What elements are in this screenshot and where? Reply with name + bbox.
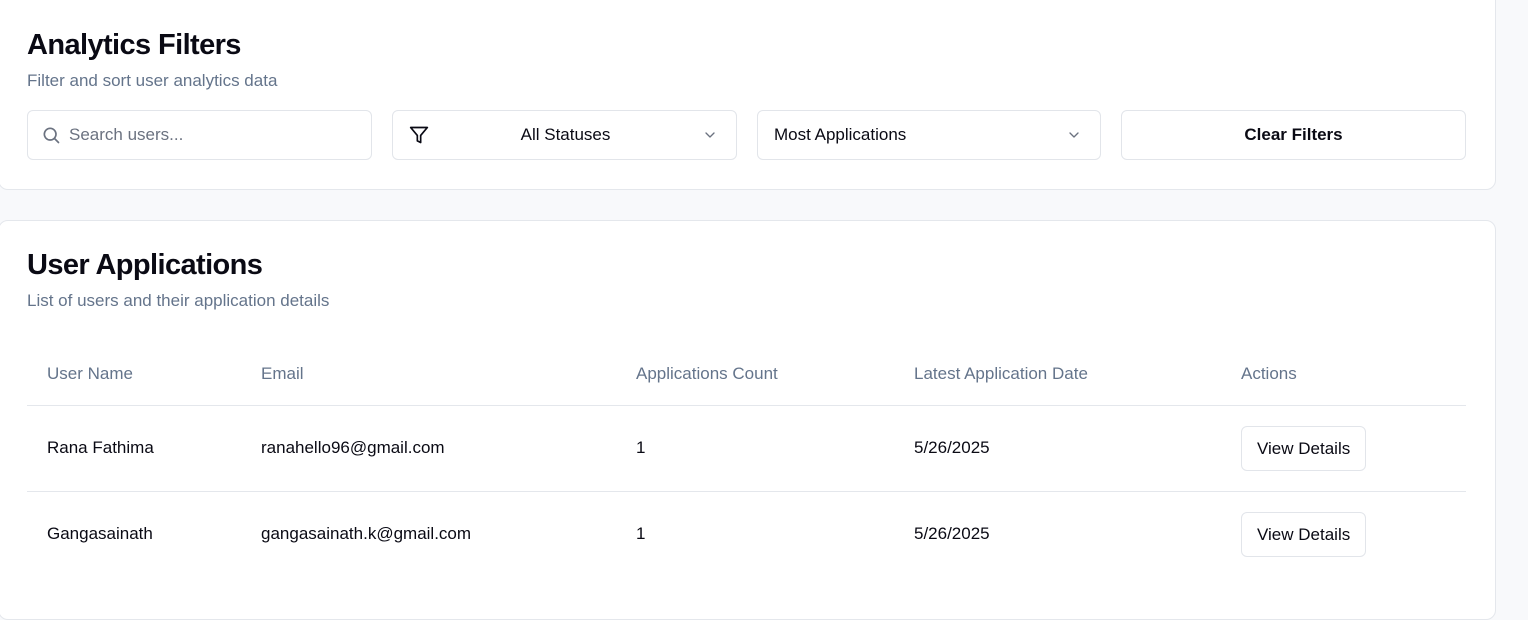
user-applications-card: User Applications List of users and thei… xyxy=(0,220,1496,620)
table-header-row: User Name Email Applications Count Lates… xyxy=(27,343,1466,406)
analytics-filters-card: Analytics Filters Filter and sort user a… xyxy=(0,0,1496,190)
actions-cell: View Details xyxy=(1221,491,1466,577)
filters-subtitle: Filter and sort user analytics data xyxy=(27,71,278,90)
column-header-email: Email xyxy=(241,343,616,406)
search-field[interactable] xyxy=(27,110,372,160)
view-details-button[interactable]: View Details xyxy=(1241,511,1367,557)
search-input[interactable] xyxy=(69,125,349,145)
view-details-button[interactable]: View Details xyxy=(1241,425,1367,471)
applications-title: User Applications xyxy=(27,249,263,281)
email-cell: gangasainath.k@gmail.com xyxy=(261,524,472,544)
applications-table: User Name Email Applications Count Lates… xyxy=(27,343,1466,577)
table-row: Gangasainath gangasainath.k@gmail.com 1 … xyxy=(27,491,1466,577)
search-icon xyxy=(41,125,61,145)
filters-title: Analytics Filters xyxy=(27,29,241,61)
applications-subtitle: List of users and their application deta… xyxy=(27,291,330,310)
chevron-down-icon xyxy=(702,127,718,143)
sort-select[interactable]: Most Applications xyxy=(757,110,1101,160)
column-header-actions: Actions xyxy=(1221,343,1466,406)
actions-cell: View Details xyxy=(1221,405,1466,492)
email-cell: ranahello96@gmail.com xyxy=(241,405,616,492)
user-name-cell: Rana Fathima xyxy=(27,405,241,492)
latest-date-cell: 5/26/2025 xyxy=(914,524,990,544)
clear-filters-button[interactable]: Clear Filters xyxy=(1121,110,1466,160)
column-header-user-name: User Name xyxy=(27,343,241,406)
table-row: Rana Fathima ranahello96@gmail.com 1 5/2… xyxy=(27,405,1466,492)
status-select[interactable]: All Statuses xyxy=(392,110,737,160)
column-header-applications-count: Applications Count xyxy=(616,343,894,406)
status-select-value: All Statuses xyxy=(520,125,611,144)
applications-count-cell: 1 xyxy=(636,524,646,544)
filter-icon xyxy=(409,125,429,145)
user-name-cell: Gangasainath xyxy=(47,524,153,544)
sort-select-value: Most Applications xyxy=(774,125,907,144)
column-header-latest-date: Latest Application Date xyxy=(894,343,1221,406)
latest-date-cell: 5/26/2025 xyxy=(894,405,1221,492)
chevron-down-icon xyxy=(1066,127,1082,143)
applications-count-cell: 1 xyxy=(616,405,894,492)
